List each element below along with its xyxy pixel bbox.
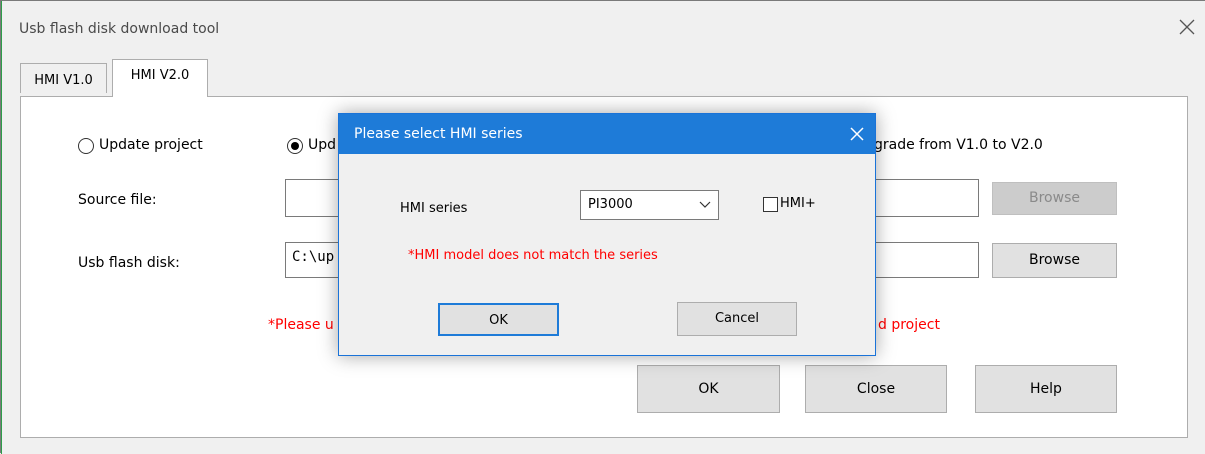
hmi-series-selected-value: PI3000 — [588, 197, 633, 212]
ok-button[interactable]: OK — [637, 365, 780, 413]
radio-upgrade-label: grade from V1.0 to V2.0 — [874, 137, 1043, 153]
background-edge — [1, 1, 2, 454]
download-tool-window: Usb flash disk download tool HMI V1.0 HM… — [0, 0, 1205, 454]
warning-text-left: *Please u — [268, 317, 334, 333]
tab-hmi-v2[interactable]: HMI V2.0 — [112, 59, 208, 97]
close-button[interactable]: Close — [805, 365, 947, 413]
chevron-down-icon — [699, 201, 711, 208]
dialog-title: Please select HMI series — [354, 126, 523, 142]
hmi-plus-checkbox[interactable] — [763, 197, 778, 212]
dialog-cancel-button[interactable]: Cancel — [677, 302, 797, 336]
help-button[interactable]: Help — [975, 365, 1117, 413]
window-title: Usb flash disk download tool — [19, 21, 220, 37]
usb-disk-label: Usb flash disk: — [78, 255, 180, 271]
source-file-label: Source file: — [78, 192, 157, 208]
window-close-button[interactable] — [1175, 15, 1199, 39]
warning-text-right: d project — [878, 317, 940, 333]
source-browse-button[interactable]: Browse — [992, 182, 1117, 215]
usb-browse-button[interactable]: Browse — [992, 243, 1117, 278]
tab-hmi-v1[interactable]: HMI V1.0 — [20, 63, 107, 93]
radio-update-project-label: Update project — [99, 137, 203, 153]
radio-update-option-label: Upd — [308, 137, 337, 153]
select-hmi-series-dialog: Please select HMI series HMI series PI30… — [338, 113, 876, 356]
hmi-series-select[interactable]: PI3000 — [580, 190, 719, 220]
radio-update-option[interactable] — [287, 138, 303, 154]
close-icon — [850, 127, 864, 141]
series-mismatch-error: *HMI model does not match the series — [408, 248, 658, 263]
dialog-close-button[interactable] — [845, 122, 869, 146]
dialog-title-bar: Please select HMI series — [339, 114, 875, 154]
close-icon — [1179, 19, 1195, 35]
dialog-ok-button[interactable]: OK — [438, 303, 559, 336]
hmi-series-label: HMI series — [400, 201, 468, 216]
hmi-plus-label: HMI+ — [780, 196, 816, 211]
radio-update-project[interactable] — [78, 138, 94, 154]
